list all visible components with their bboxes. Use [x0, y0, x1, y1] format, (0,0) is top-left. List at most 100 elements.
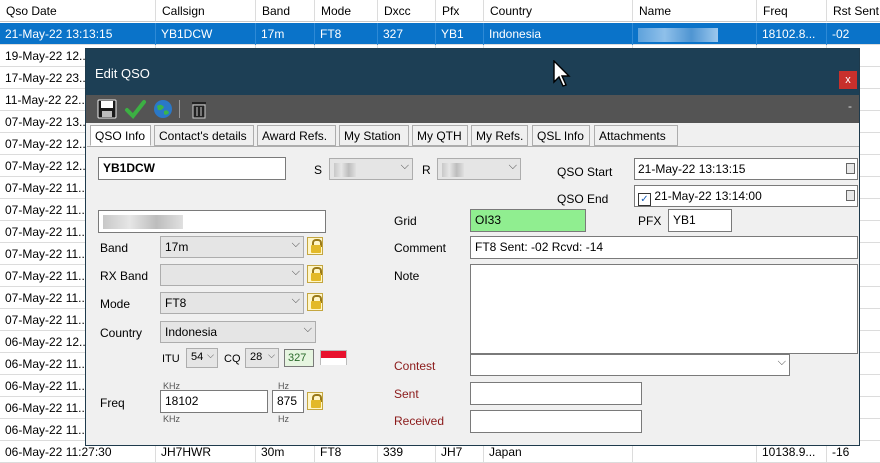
- chevron-down-icon: ⌵: [777, 356, 786, 368]
- received-label: Received: [394, 414, 445, 428]
- chevron-down-icon: ⌵: [207, 350, 214, 360]
- mode-combo[interactable]: FT8 ⌵: [160, 292, 304, 314]
- column-header[interactable]: Rst Sent: [827, 0, 880, 22]
- qso-end-checkbox[interactable]: ✓: [638, 193, 651, 206]
- cq-label: CQ: [224, 353, 241, 365]
- column-header[interactable]: Dxcc: [378, 0, 436, 22]
- contest-sent-field[interactable]: [470, 382, 642, 405]
- table-cell: Indonesia: [484, 23, 633, 45]
- edit-qso-dialog: Edit QSO x - QSO Info Contact's details …: [85, 48, 860, 446]
- table-cell: YB1: [436, 23, 484, 45]
- contest-received-field[interactable]: [470, 410, 642, 433]
- rst-rcvd-combo[interactable]: ⌵: [437, 158, 521, 180]
- qso-end-label: QSO End: [557, 192, 609, 206]
- tab-my-station[interactable]: My Station: [339, 125, 409, 146]
- band-combo[interactable]: 17m ⌵: [160, 236, 304, 258]
- mode-label: Mode: [100, 297, 131, 311]
- qso-start-picker[interactable]: 21-May-22 13:13:15: [634, 158, 858, 180]
- dialog-titlebar[interactable]: Edit QSO x: [86, 49, 859, 95]
- tab-qsl-info[interactable]: QSL Info: [532, 125, 590, 146]
- close-button[interactable]: x: [839, 71, 857, 89]
- r-label: R: [422, 163, 431, 177]
- qso-end-value: 21-May-22 13:14:00: [654, 189, 762, 203]
- contest-combo[interactable]: ⌵: [470, 354, 790, 376]
- tab-award-refs[interactable]: Award Refs.: [257, 125, 336, 146]
- rx-band-combo[interactable]: ⌵: [160, 264, 304, 286]
- mode-lock-icon[interactable]: [307, 293, 323, 311]
- globe-icon[interactable]: [152, 98, 174, 120]
- column-header[interactable]: Freq: [757, 0, 827, 22]
- chevron-down-icon: ⌵: [291, 238, 300, 250]
- chevron-down-icon: ⌵: [268, 350, 275, 360]
- itu-combo[interactable]: 54 ⌵: [186, 348, 218, 368]
- country-value: Indonesia: [165, 325, 218, 339]
- pfx-label: PFX: [638, 214, 662, 228]
- freq-hz-field[interactable]: 875: [272, 390, 304, 413]
- rx-band-lock-icon[interactable]: [307, 265, 323, 283]
- qso-info-panel: YB1DCW S ⌵ R ⌵ QSO Start 21-May-22 13:13…: [87, 146, 859, 445]
- tab-contacts-details[interactable]: Contact's details: [154, 125, 254, 146]
- table-cell: [633, 23, 757, 45]
- column-header[interactable]: Callsign: [156, 0, 256, 22]
- column-header[interactable]: Qso Date: [0, 0, 156, 22]
- note-label: Note: [394, 269, 420, 283]
- tab-strip: QSO Info Contact's details Award Refs. M…: [86, 125, 859, 147]
- dxcc-field: 327: [284, 349, 314, 367]
- contest-label: Contest: [394, 359, 436, 373]
- band-value: 17m: [165, 240, 189, 254]
- tab-attachments[interactable]: Attachments: [594, 125, 678, 146]
- tab-my-refs[interactable]: My Refs.: [471, 125, 528, 146]
- freq-khz-field[interactable]: 18102: [160, 390, 268, 413]
- country-label: Country: [100, 326, 143, 340]
- qso-start-label: QSO Start: [557, 165, 613, 179]
- freq-label: Freq: [100, 396, 125, 410]
- khz-label-2: KHz: [163, 414, 181, 424]
- cq-combo[interactable]: 28 ⌵: [245, 348, 279, 368]
- table-cell: 327: [378, 23, 436, 45]
- save-icon[interactable]: [96, 98, 118, 120]
- band-label: Band: [100, 241, 129, 255]
- grid-label: Grid: [394, 214, 417, 228]
- column-header[interactable]: Band: [256, 0, 315, 22]
- hz-label-2: Hz: [278, 414, 289, 424]
- trash-icon[interactable]: [188, 98, 210, 120]
- chevron-down-icon: ⌵: [400, 160, 409, 172]
- toolbar-separator: [179, 100, 180, 118]
- column-header[interactable]: Name: [633, 0, 757, 22]
- chevron-down-icon: ⌵: [291, 294, 300, 306]
- cq-value: 28: [250, 351, 263, 363]
- grid-field[interactable]: OI33: [470, 209, 586, 232]
- pfx-field[interactable]: YB1: [668, 209, 732, 232]
- qso-end-picker[interactable]: ✓ 21-May-22 13:14:00: [634, 185, 858, 207]
- note-field[interactable]: [470, 264, 858, 354]
- mode-value: FT8: [165, 296, 187, 310]
- tab-my-qth[interactable]: My QTH: [412, 125, 468, 146]
- country-flag-icon: [320, 350, 347, 365]
- rst-sent-combo[interactable]: ⌵: [329, 158, 413, 180]
- country-combo[interactable]: Indonesia ⌵: [160, 321, 316, 343]
- calendar-icon[interactable]: [846, 163, 855, 174]
- chevron-down-icon: ⌵: [291, 266, 300, 278]
- dialog-toolbar: -: [86, 95, 859, 123]
- table-cell: 17m: [256, 23, 315, 45]
- s-label: S: [314, 163, 323, 177]
- itu-value: 54: [191, 351, 204, 363]
- mouse-cursor-icon: [553, 60, 571, 87]
- calendar-icon[interactable]: [846, 190, 855, 201]
- freq-lock-icon[interactable]: [307, 392, 323, 410]
- qso-start-value: 21-May-22 13:13:15: [638, 162, 746, 176]
- column-header[interactable]: Mode: [315, 0, 378, 22]
- toolbar-minimize[interactable]: -: [848, 99, 852, 113]
- table-cell: YB1DCW: [156, 23, 256, 45]
- name-field[interactable]: [98, 210, 326, 233]
- band-lock-icon[interactable]: [307, 237, 323, 255]
- sent-label: Sent: [394, 387, 419, 401]
- check-icon[interactable]: [124, 98, 146, 120]
- table-row[interactable]: 21-May-22 13:13:15 YB1DCW 17m FT8 327 YB1 Indo…: [0, 23, 880, 45]
- column-header[interactable]: Country: [484, 0, 633, 22]
- tab-qso-info[interactable]: QSO Info: [90, 125, 151, 146]
- callsign-field[interactable]: YB1DCW: [98, 157, 286, 180]
- column-header[interactable]: Pfx: [436, 0, 484, 22]
- dialog-title: Edit QSO: [95, 66, 150, 81]
- comment-field[interactable]: FT8 Sent: -02 Rcvd: -14: [470, 236, 858, 259]
